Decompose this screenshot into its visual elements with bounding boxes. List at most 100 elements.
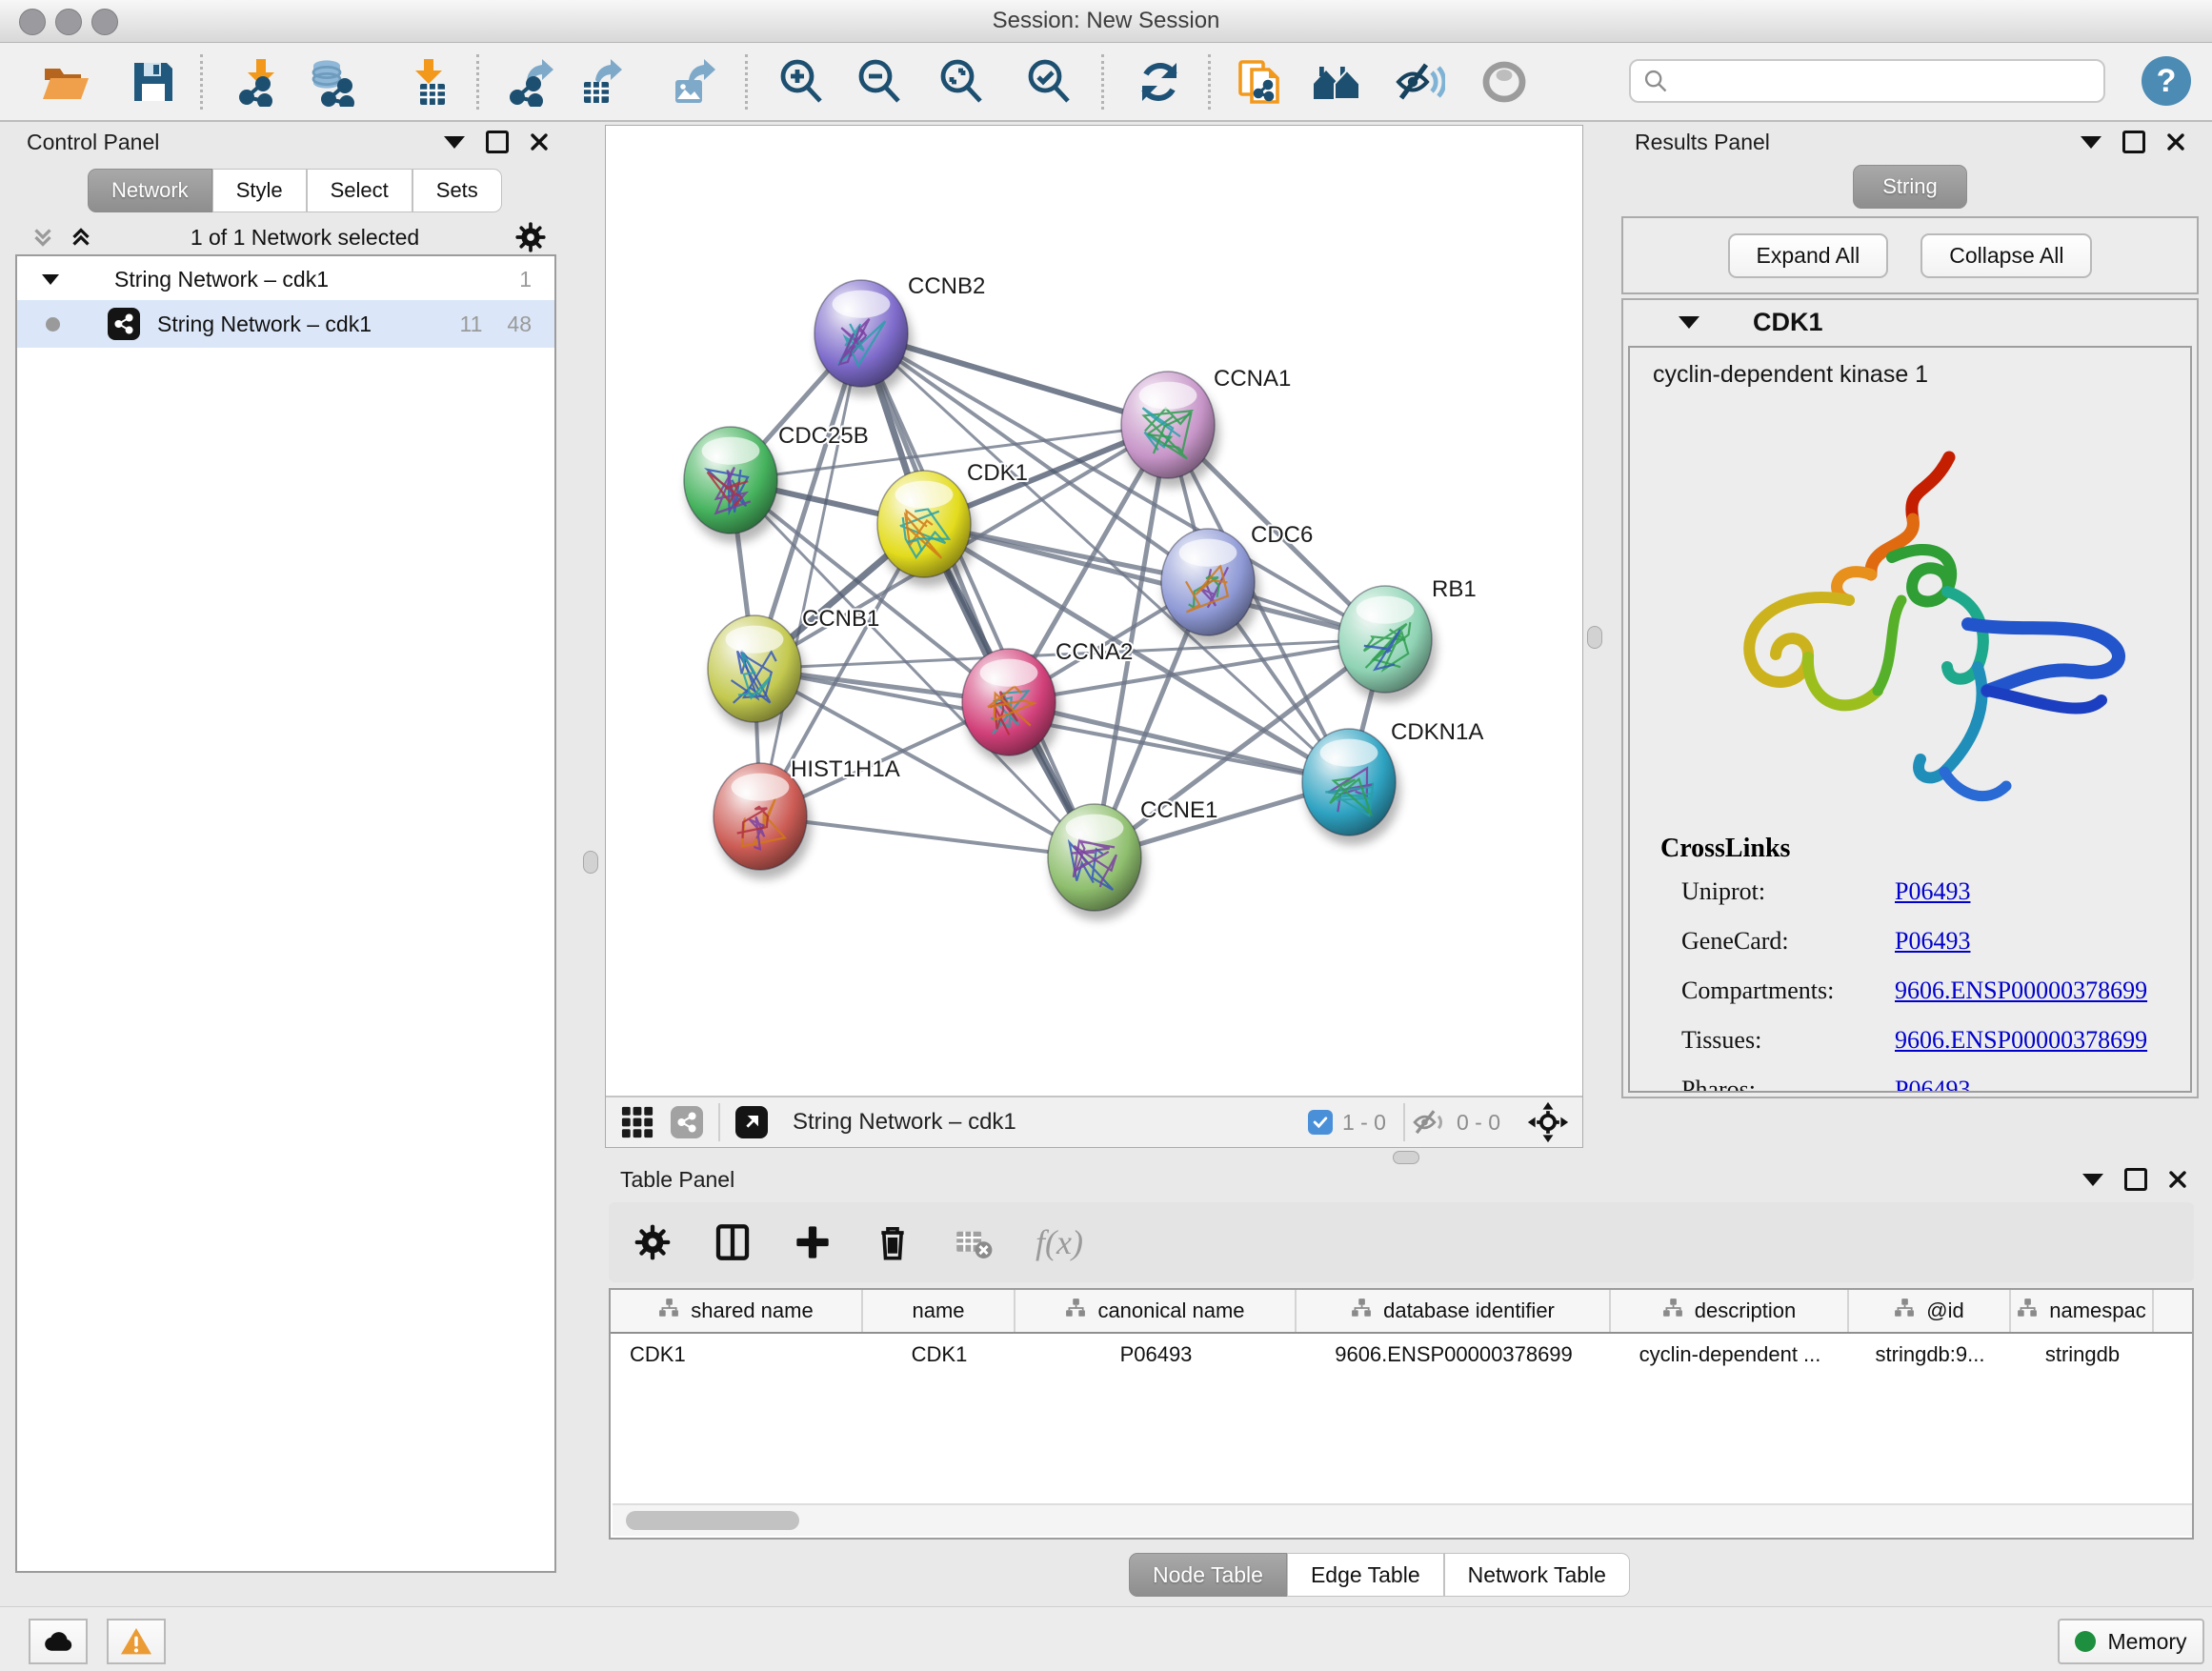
zoom-in-icon[interactable] — [775, 56, 827, 108]
panel-menu-icon[interactable] — [2081, 136, 2101, 149]
fit-selected-crosshair-icon[interactable] — [1527, 1101, 1569, 1143]
crosslink-value-link[interactable]: P06493 — [1895, 927, 1970, 956]
crosslink-value-link[interactable]: 9606.ENSP00000378699 — [1895, 976, 2147, 1005]
panel-close-icon[interactable] — [2168, 1170, 2187, 1189]
apply-layout-icon[interactable] — [1134, 56, 1185, 108]
splitter-handle[interactable] — [1393, 1151, 1419, 1164]
table-cell[interactable]: P06493 — [1016, 1342, 1297, 1367]
panel-close-icon[interactable] — [530, 132, 549, 151]
hide-nodes-icon[interactable] — [1395, 56, 1446, 108]
network-node-RB1[interactable] — [1338, 586, 1437, 702]
network-node-CDKN1A[interactable] — [1302, 729, 1400, 845]
column-header-namespac[interactable]: namespac — [2011, 1290, 2154, 1332]
table-cell[interactable]: stringdb — [2011, 1342, 2154, 1367]
zoom-selected-icon[interactable] — [1023, 56, 1075, 108]
network-node-CCNA2[interactable] — [962, 649, 1060, 765]
network-node-CCNB1[interactable] — [708, 615, 806, 732]
search-input[interactable] — [1669, 68, 2073, 94]
network-node-CCNB2[interactable] — [814, 280, 913, 396]
panel-menu-icon[interactable] — [2082, 1174, 2103, 1186]
clone-network-icon[interactable] — [1235, 56, 1286, 108]
expand-all-icon[interactable] — [67, 223, 95, 252]
cloud-status-button[interactable] — [29, 1619, 88, 1664]
zoom-fit-icon[interactable] — [935, 56, 987, 108]
network-edge-CDK1-RB1[interactable] — [924, 524, 1385, 639]
network-node-CCNE1[interactable] — [1048, 804, 1146, 920]
column-header-description[interactable]: description — [1611, 1290, 1849, 1332]
table-cell[interactable]: CDK1 — [611, 1342, 863, 1367]
export-network-icon[interactable] — [505, 56, 556, 108]
table-cell[interactable]: CDK1 — [863, 1342, 1016, 1367]
tab-network-table[interactable]: Network Table — [1444, 1553, 1630, 1597]
table-options-gear-icon[interactable] — [633, 1223, 672, 1261]
column-header-canonical-name[interactable]: canonical name — [1016, 1290, 1297, 1332]
network-node-CDC25B[interactable] — [684, 427, 782, 543]
export-image-icon[interactable] — [667, 56, 718, 108]
zoom-out-icon[interactable] — [854, 56, 905, 108]
tab-select[interactable]: Select — [307, 169, 412, 212]
panel-close-icon[interactable] — [2166, 132, 2185, 151]
splitter-handle[interactable] — [583, 851, 598, 874]
collection-expand-icon[interactable] — [42, 274, 59, 285]
column-header-shared-name[interactable]: shared name — [611, 1290, 863, 1332]
network-node-CCNA1[interactable] — [1121, 372, 1219, 488]
tab-string[interactable]: String — [1853, 165, 1966, 209]
network-share-icon[interactable] — [671, 1106, 703, 1138]
table-row[interactable]: CDK1CDK1P064939606.ENSP00000378699cyclin… — [611, 1334, 2192, 1376]
crosslink-value-link[interactable]: P06493 — [1895, 877, 1970, 906]
tab-network[interactable]: Network — [88, 169, 212, 212]
splitter-handle[interactable] — [1587, 626, 1602, 649]
network-edge-CCNB2-HIST1H1A[interactable] — [760, 333, 861, 816]
import-network-icon[interactable] — [232, 56, 284, 108]
tab-node-table[interactable]: Node Table — [1129, 1553, 1287, 1597]
table-cell[interactable]: stringdb:9... — [1849, 1342, 2011, 1367]
network-view[interactable]: CCNB2CCNA1CDC25BCDK1CDC6RB1CCNB1CCNA2CDK… — [605, 125, 1583, 1148]
network-options-gear-icon[interactable] — [514, 221, 547, 253]
column-header-name[interactable]: name — [863, 1290, 1016, 1332]
panel-float-icon[interactable] — [486, 131, 509, 153]
hidden-eye-icon[interactable] — [1413, 1105, 1447, 1139]
panel-float-icon[interactable] — [2124, 1168, 2147, 1191]
delete-column-icon[interactable] — [874, 1223, 912, 1261]
gene-card-header[interactable]: CDK1 — [1623, 300, 2197, 344]
expand-all-button[interactable]: Expand All — [1728, 233, 1889, 278]
network-collection-row[interactable]: String Network – cdk1 1 — [17, 256, 554, 300]
node-table[interactable]: shared namenamecanonical namedatabase id… — [609, 1288, 2194, 1540]
crosslink-value-link[interactable]: 9606.ENSP00000378699 — [1895, 1026, 2147, 1055]
table-cell[interactable]: 9606.ENSP00000378699 — [1297, 1342, 1611, 1367]
import-database-icon[interactable] — [307, 56, 358, 108]
export-table-icon[interactable] — [573, 56, 625, 108]
help-icon[interactable]: ? — [2142, 56, 2191, 106]
panel-menu-icon[interactable] — [444, 136, 465, 149]
column-header-database-identifier[interactable]: database identifier — [1297, 1290, 1611, 1332]
scrollbar-thumb[interactable] — [626, 1511, 799, 1530]
network-row[interactable]: String Network – cdk1 11 48 — [17, 300, 554, 348]
column-header-@id[interactable]: @id — [1849, 1290, 2011, 1332]
crosslink-value-link[interactable]: P06493 — [1895, 1076, 1970, 1093]
delete-table-icon[interactable] — [954, 1222, 994, 1262]
warnings-button[interactable] — [107, 1619, 166, 1664]
collapse-entry-icon[interactable] — [1679, 316, 1699, 329]
network-graph-canvas[interactable]: CCNB2CCNA1CDC25BCDK1CDC6RB1CCNB1CCNA2CDK… — [606, 126, 1582, 1096]
show-nodes-icon[interactable] — [1478, 56, 1530, 108]
save-session-icon[interactable] — [128, 56, 179, 108]
search-field[interactable] — [1629, 59, 2105, 103]
grid-view-icon[interactable] — [619, 1104, 655, 1140]
table-horizontal-scrollbar[interactable] — [613, 1503, 2192, 1536]
memory-button[interactable]: Memory — [2058, 1619, 2204, 1664]
show-columns-icon[interactable] — [714, 1223, 752, 1261]
collapse-all-button[interactable]: Collapse All — [1920, 233, 2092, 278]
add-column-icon[interactable] — [794, 1223, 832, 1261]
panel-float-icon[interactable] — [2122, 131, 2145, 153]
import-table-icon[interactable] — [404, 56, 455, 108]
birds-eye-view-icon[interactable] — [735, 1106, 768, 1138]
open-session-icon[interactable] — [40, 56, 91, 108]
network-node-CDC6[interactable] — [1161, 529, 1259, 645]
function-builder-icon[interactable]: f(x) — [1036, 1222, 1083, 1262]
tab-sets[interactable]: Sets — [412, 169, 502, 212]
table-cell[interactable]: cyclin-dependent ... — [1611, 1342, 1849, 1367]
tab-style[interactable]: Style — [212, 169, 307, 212]
selected-checkbox-icon[interactable] — [1308, 1110, 1333, 1135]
collapse-all-icon[interactable] — [29, 223, 57, 252]
tab-edge-table[interactable]: Edge Table — [1287, 1553, 1444, 1597]
